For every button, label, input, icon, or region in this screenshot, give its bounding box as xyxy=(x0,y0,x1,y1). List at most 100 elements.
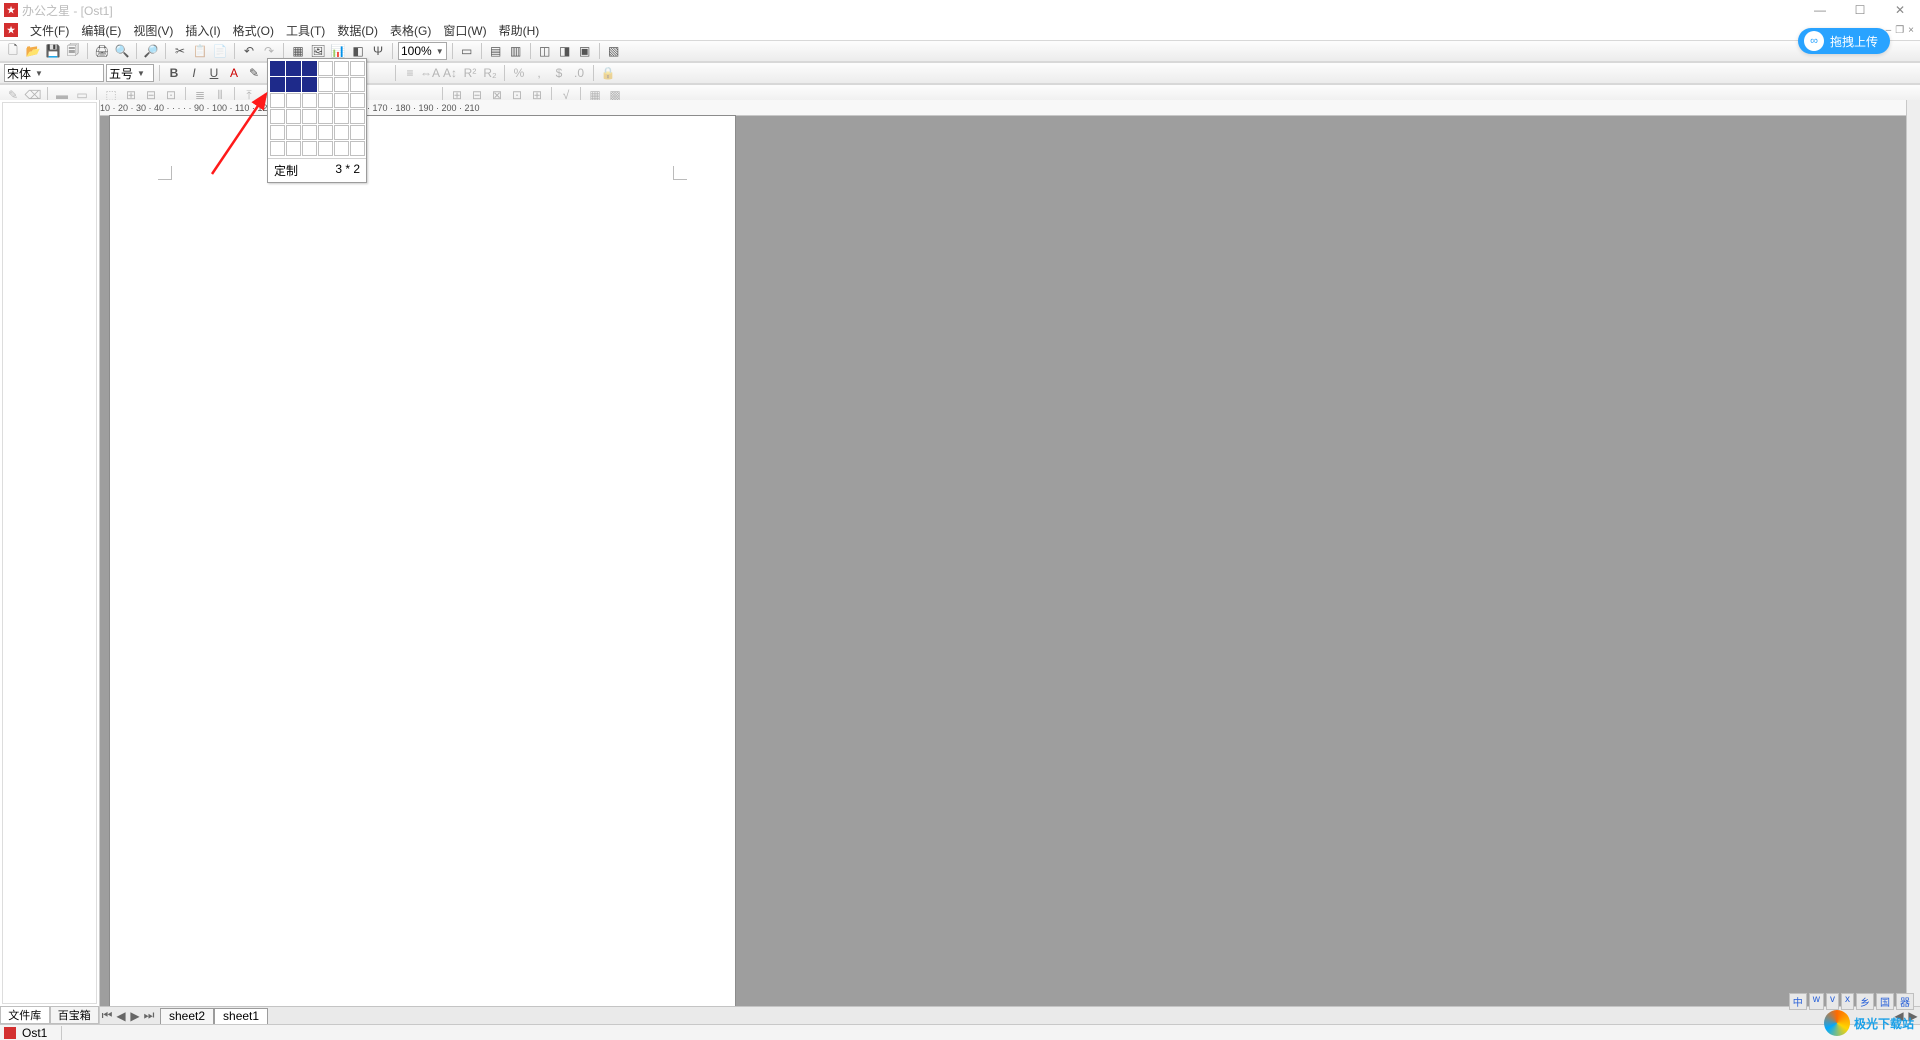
export-icon[interactable]: 🗐 xyxy=(64,42,82,60)
bold-icon[interactable]: B xyxy=(165,64,183,82)
table-cell[interactable] xyxy=(318,141,333,156)
ime-item[interactable]: w xyxy=(1809,993,1824,1010)
save-icon[interactable]: 💾 xyxy=(44,42,62,60)
layout1-icon[interactable]: ▤ xyxy=(487,42,505,60)
table-cell[interactable] xyxy=(350,93,365,108)
table-cell[interactable] xyxy=(302,77,317,92)
cut-icon[interactable]: ✂ xyxy=(171,42,189,60)
view-normal-icon[interactable]: ▭ xyxy=(458,42,476,60)
sheet-nav-last[interactable]: ⏭ xyxy=(142,1008,156,1023)
table-cell[interactable] xyxy=(334,125,349,140)
align-left-icon[interactable]: ≡ xyxy=(401,64,419,82)
table-cell[interactable] xyxy=(286,93,301,108)
open-icon[interactable]: 📂 xyxy=(24,42,42,60)
copy-icon[interactable]: 📋 xyxy=(191,42,209,60)
line-spacing-icon[interactable]: A↕ xyxy=(441,64,459,82)
ime-item[interactable]: x xyxy=(1841,993,1854,1010)
comma-icon[interactable]: , xyxy=(530,64,548,82)
table-cell[interactable] xyxy=(302,61,317,76)
highlight-icon[interactable]: ✎ xyxy=(245,64,263,82)
mdi-close-button[interactable]: × xyxy=(1908,25,1914,36)
ime-item[interactable]: 中 xyxy=(1789,993,1807,1010)
undo-icon[interactable]: ↶ xyxy=(240,42,258,60)
table-cell[interactable] xyxy=(318,125,333,140)
italic-icon[interactable]: I xyxy=(185,64,203,82)
table-cell[interactable] xyxy=(350,125,365,140)
ime-item[interactable]: 器 xyxy=(1896,993,1914,1010)
table-cell[interactable] xyxy=(334,109,349,124)
sheet-nav-first[interactable]: ⏮ xyxy=(100,1008,114,1023)
currency-icon[interactable]: $ xyxy=(550,64,568,82)
table-cell[interactable] xyxy=(286,109,301,124)
sidebar-tab-files[interactable]: 文件库 xyxy=(0,1006,50,1024)
page[interactable] xyxy=(110,116,735,1006)
menu-edit[interactable]: 编辑(E) xyxy=(75,22,127,39)
underline-icon[interactable]: U xyxy=(205,64,223,82)
table-cell[interactable] xyxy=(302,93,317,108)
paste-icon[interactable]: 📄 xyxy=(211,42,229,60)
subscript-icon[interactable]: R₂ xyxy=(481,64,499,82)
table-cell[interactable] xyxy=(318,109,333,124)
print-icon[interactable]: 🖨 xyxy=(93,42,111,60)
table-cell[interactable] xyxy=(270,109,285,124)
table-cell[interactable] xyxy=(318,77,333,92)
sheet-tab[interactable]: sheet1 xyxy=(214,1008,268,1024)
table-cell[interactable] xyxy=(286,141,301,156)
table-cell[interactable] xyxy=(270,77,285,92)
font-select[interactable]: 宋体▼ xyxy=(4,64,104,82)
table-cell[interactable] xyxy=(334,93,349,108)
menu-file[interactable]: 文件(F) xyxy=(24,22,75,39)
mdi-restore-button[interactable]: ❐ xyxy=(1895,25,1904,36)
table-cell[interactable] xyxy=(286,125,301,140)
table-cell[interactable] xyxy=(350,77,365,92)
minimize-button[interactable]: — xyxy=(1800,0,1840,20)
sheet-nav-next[interactable]: ▶ xyxy=(128,1009,142,1023)
maximize-button[interactable]: ☐ xyxy=(1840,0,1880,20)
new-icon[interactable]: 🗋 xyxy=(4,42,22,60)
menu-table[interactable]: 表格(G) xyxy=(384,22,437,39)
lock-icon[interactable]: 🔒 xyxy=(599,64,617,82)
upload-button[interactable]: ∞ 拖拽上传 xyxy=(1798,28,1890,54)
table-cell[interactable] xyxy=(334,77,349,92)
table-cell[interactable] xyxy=(286,61,301,76)
table-cell[interactable] xyxy=(350,61,365,76)
sidebar-tab-toolbox[interactable]: 百宝箱 xyxy=(50,1006,100,1024)
panel3-icon[interactable]: ▣ xyxy=(576,42,594,60)
zoom-select[interactable]: 100%▼ xyxy=(398,42,447,60)
table-cell[interactable] xyxy=(286,77,301,92)
table-cell[interactable] xyxy=(334,61,349,76)
char-spacing-icon[interactable]: ⇔A xyxy=(421,64,439,82)
menu-data[interactable]: 数据(D) xyxy=(331,22,384,39)
help-icon[interactable]: ▧ xyxy=(605,42,623,60)
table-cell[interactable] xyxy=(270,141,285,156)
table-cell[interactable] xyxy=(302,141,317,156)
font-color-icon[interactable]: A xyxy=(225,64,243,82)
horizontal-ruler[interactable]: 10 · 20 · 30 · 40 · · · · · 90 · 100 · 1… xyxy=(100,100,1906,116)
table-cell[interactable] xyxy=(302,125,317,140)
vertical-scrollbar[interactable] xyxy=(1906,100,1920,1006)
print-preview-icon[interactable]: 🔍 xyxy=(113,42,131,60)
status-doc-name[interactable]: Ost1 xyxy=(20,1026,62,1040)
menu-tools[interactable]: 工具(T) xyxy=(280,22,331,39)
table-cell[interactable] xyxy=(334,141,349,156)
decimals-icon[interactable]: .0 xyxy=(570,64,588,82)
sheet-tab[interactable]: sheet2 xyxy=(160,1008,214,1024)
table-cell[interactable] xyxy=(270,61,285,76)
menu-view[interactable]: 视图(V) xyxy=(127,22,179,39)
table-cell[interactable] xyxy=(350,109,365,124)
table-custom-label[interactable]: 定制 xyxy=(274,162,298,179)
table-cell[interactable] xyxy=(350,141,365,156)
close-button[interactable]: ✕ xyxy=(1880,0,1920,20)
table-cell[interactable] xyxy=(318,61,333,76)
table-cell[interactable] xyxy=(270,93,285,108)
table-cell[interactable] xyxy=(270,125,285,140)
percent-icon[interactable]: % xyxy=(510,64,528,82)
menu-insert[interactable]: 插入(I) xyxy=(179,22,226,39)
sheet-nav-prev[interactable]: ◀ xyxy=(114,1009,128,1023)
font-size-select[interactable]: 五号▼ xyxy=(106,64,154,82)
ime-item[interactable]: 国 xyxy=(1876,993,1894,1010)
menu-window[interactable]: 窗口(W) xyxy=(437,22,492,39)
menu-format[interactable]: 格式(O) xyxy=(227,22,280,39)
insert-symbol-icon[interactable]: Ψ xyxy=(369,42,387,60)
table-size-picker[interactable]: 定制 3 * 2 xyxy=(267,58,367,183)
